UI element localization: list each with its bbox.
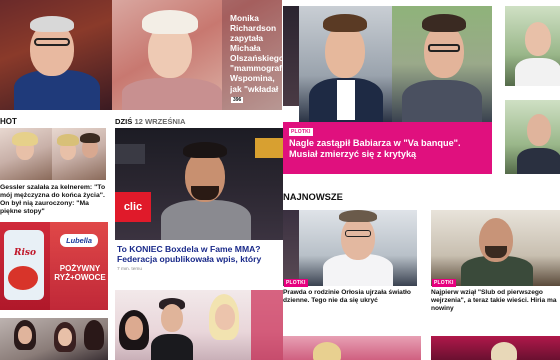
newest-card1-headline[interactable]: Prawda o rodzinie Orłosia ujrzała światł… <box>283 289 421 305</box>
middle-bottom-photo[interactable] <box>115 290 283 360</box>
newest-card2-photo[interactable] <box>431 210 560 286</box>
newest-bottom-photo-2[interactable] <box>431 336 560 360</box>
right-hero-photo-1[interactable] <box>299 6 392 122</box>
hot-story-photo-2[interactable] <box>52 128 106 180</box>
newest-card2-headline[interactable]: Najpierw wziął "Ślub od pierwszego wejrz… <box>431 289 560 313</box>
right-hero-edge-strip <box>283 6 299 106</box>
right-edge-photo-2[interactable] <box>505 100 560 174</box>
ad-banner-logo: clic <box>115 192 151 222</box>
right-hero-caption-block[interactable]: PLOTKI Nagle zastąpił Babiarza w "Va ban… <box>283 122 492 174</box>
right-edge-photo-1[interactable] <box>505 6 560 86</box>
hot-story-photo-1[interactable] <box>0 128 52 180</box>
middle-story-photo[interactable]: clic <box>115 128 283 240</box>
ad-lubella-right[interactable]: Lubella POŻYWNY RYŻ+OWOCE <box>50 222 108 310</box>
right-hero-badge: PLOTKI <box>289 128 313 136</box>
date-label: DZIŚ <box>115 117 133 126</box>
date-header: DZIŚ 12 WRZEŚNIA <box>115 117 283 126</box>
top-overlay-headline[interactable]: Monika Richardson zapytała Michała Olsza… <box>230 13 282 95</box>
newest-card1-photo[interactable] <box>299 210 417 286</box>
middle-story-headline[interactable]: To KONIEC Boxdela w Fame MMA? Federacja … <box>117 244 283 264</box>
date-value: 12 WRZEŚNIA <box>134 117 186 126</box>
ad-lubella-logo: Lubella <box>60 234 98 247</box>
bottom-left-photo[interactable] <box>0 318 108 360</box>
ad-lubella-left[interactable]: Riso <box>0 222 50 310</box>
middle-story-time: 7 min. temu <box>117 267 143 272</box>
section-title-newest[interactable]: NAJNOWSZE <box>283 191 403 202</box>
newest-edge-strip <box>283 210 299 286</box>
right-hero-photo-2[interactable] <box>392 6 492 122</box>
section-title-hot[interactable]: HOT <box>0 117 60 126</box>
comment-count-badge: 396 <box>231 97 244 103</box>
newest-card1-badge: PLOTKI <box>284 279 308 287</box>
top-photo-studio[interactable] <box>0 0 112 110</box>
ad-lubella-riso-label: Riso <box>14 248 36 258</box>
ad-lubella-slogan: POŻYWNY RYŻ+OWOCE <box>54 264 106 283</box>
newest-card2-badge: PLOTKI <box>432 279 456 287</box>
hot-story-headline[interactable]: Gessler szalała za kelnerem: "To mój męż… <box>0 184 108 217</box>
right-hero-headline[interactable]: Nagle zastąpił Babiarza w "Va banque". M… <box>289 138 487 160</box>
newest-bottom-photo-1[interactable] <box>283 336 421 360</box>
